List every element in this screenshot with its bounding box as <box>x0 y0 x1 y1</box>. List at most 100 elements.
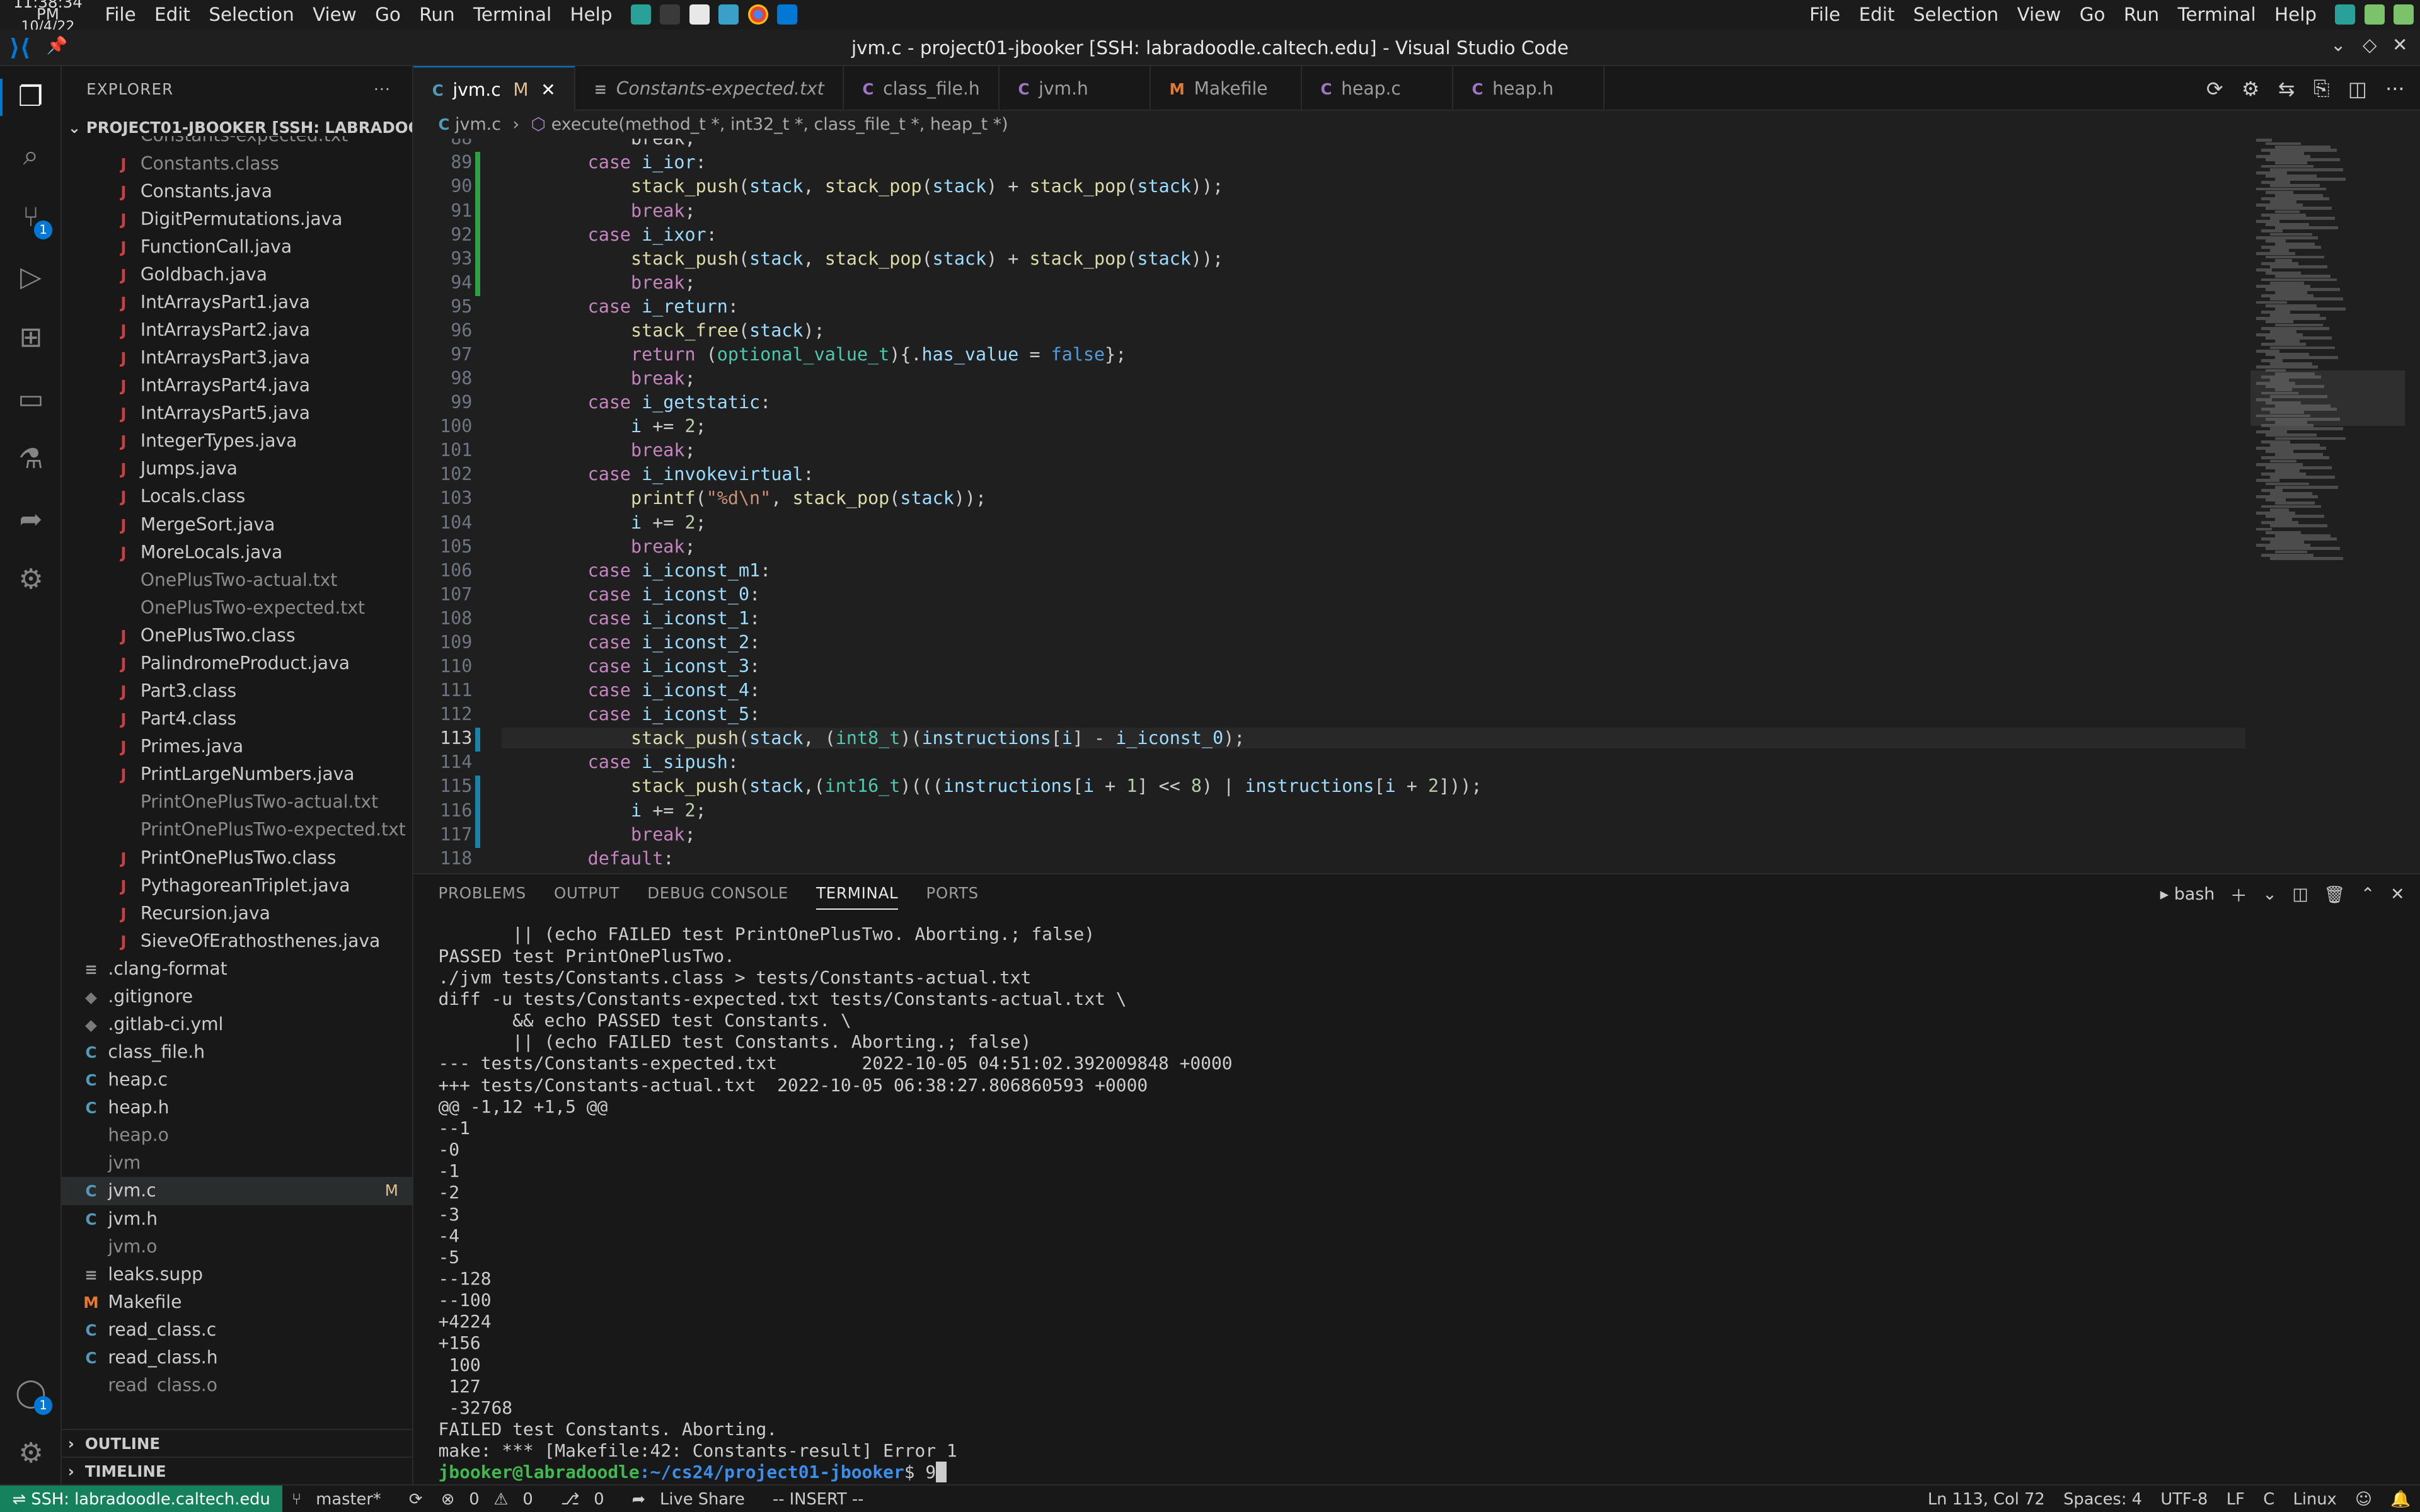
close-panel-icon[interactable]: ✕ <box>2390 885 2405 904</box>
language-mode[interactable]: C <box>2254 1486 2284 1512</box>
panel-tab-problems[interactable]: PROBLEMS <box>439 884 526 910</box>
file-item[interactable]: J DigitPermutations.java <box>62 205 413 233</box>
file-item[interactable]: J PythagoreanTriplet.java <box>62 872 413 900</box>
notifications-icon[interactable]: 🔔 <box>2382 1486 2420 1512</box>
panel-tab-debug-console[interactable]: DEBUG CONSOLE <box>647 884 788 910</box>
explorer-icon[interactable]: ❐ <box>0 78 59 116</box>
os-clock[interactable]: 11:38:34 PM 10/4/22 <box>0 0 96 34</box>
tab-heap-c[interactable]: Cheap.c <box>1302 66 1454 112</box>
menu-item-run[interactable]: Run <box>410 0 464 30</box>
breadcrumb-file[interactable]: jvm.c <box>455 115 501 134</box>
file-item[interactable]: J PrintLargeNumbers.java <box>62 760 413 788</box>
maximize-panel-icon[interactable]: ⌃ <box>2361 885 2375 904</box>
os-indicator[interactable]: Linux <box>2284 1486 2346 1512</box>
file-item[interactable]: J MergeSort.java <box>62 511 413 539</box>
file-item[interactable]: read_class.o <box>62 1372 413 1393</box>
extensions-icon[interactable]: ⊞ <box>13 319 50 357</box>
file-item[interactable]: Cheap.c <box>62 1066 413 1094</box>
menu-item-go[interactable]: Go <box>2070 0 2114 30</box>
breadcrumb-symbol[interactable]: execute(method_t *, int32_t *, class_fil… <box>551 115 1008 134</box>
sync-icon[interactable]: ⟳ <box>400 1486 432 1512</box>
file-item[interactable]: Cjvm.c M <box>61 1177 414 1205</box>
more-actions-icon[interactable]: ··· <box>374 66 391 112</box>
file-item[interactable]: Cread_class.c <box>62 1316 413 1344</box>
file-item[interactable]: J Locals.class <box>62 483 413 510</box>
encoding[interactable]: UTF-8 <box>2152 1486 2217 1512</box>
file-item[interactable]: OnePlusTwo-actual.txt <box>62 566 413 594</box>
menu-item-view[interactable]: View <box>303 0 366 30</box>
file-item[interactable]: jvm <box>62 1149 413 1177</box>
menu-item-selection[interactable]: Selection <box>1904 0 2008 30</box>
live-share-button[interactable]: ➦ Live Share <box>623 1486 763 1512</box>
file-item[interactable]: ◆ .gitlab-ci.yml <box>62 1011 413 1038</box>
remote-explorer-icon[interactable]: ▭ <box>13 381 50 418</box>
close-icon[interactable]: ✕ <box>2392 34 2408 55</box>
app-icon[interactable] <box>2364 4 2385 25</box>
indentation[interactable]: Spaces: 4 <box>2054 1486 2151 1512</box>
docker-icon[interactable]: ⚙ <box>13 561 50 598</box>
settings-icon[interactable]: ⚙ <box>2242 77 2260 101</box>
vscode-app-icon[interactable] <box>777 4 798 25</box>
file-item[interactable]: J SieveOfErathosthenes.java <box>62 927 413 955</box>
menu-item-help[interactable]: Help <box>2265 0 2325 30</box>
file-item[interactable]: J Part3.class <box>62 677 413 705</box>
file-item[interactable]: Cjvm.h <box>62 1205 413 1233</box>
terminal-app-icon[interactable] <box>660 4 681 25</box>
menu-item-file[interactable]: File <box>96 0 146 30</box>
menu-item-terminal[interactable]: Terminal <box>464 0 561 30</box>
code-editor[interactable]: 88 break;89 case i_ior:90 stack_push(sta… <box>413 139 2420 874</box>
problems-indicator[interactable]: ⊗ 0 ⚠ 0 <box>432 1486 551 1512</box>
split-editor-icon[interactable]: ◫ <box>2348 77 2367 101</box>
file-item[interactable]: J PalindromeProduct.java <box>62 650 413 677</box>
menu-item-edit[interactable]: Edit <box>1850 0 1904 30</box>
maximize-icon[interactable]: ◇ <box>2363 34 2377 55</box>
split-terminal-icon[interactable]: ◫ <box>2292 885 2308 904</box>
file-item[interactable]: J IntArraysPart1.java <box>62 289 413 316</box>
files-app-icon[interactable] <box>689 4 710 25</box>
tab-jvm-h[interactable]: Cjvm.h <box>1000 66 1151 112</box>
file-item[interactable]: J IntArraysPart4.java <box>62 372 413 399</box>
file-item[interactable]: J Constants.class <box>62 150 413 178</box>
settings-gear-icon[interactable]: ⚙ <box>13 1435 50 1472</box>
file-item[interactable]: J Recursion.java <box>62 900 413 927</box>
menu-item-edit[interactable]: Edit <box>145 0 199 30</box>
tab-class-file-h[interactable]: Cclass_file.h <box>844 66 1000 112</box>
compare-icon[interactable]: ⇆ <box>2278 77 2295 101</box>
new-terminal-icon[interactable]: ＋ <box>2230 882 2247 907</box>
app-icon[interactable] <box>2335 4 2356 25</box>
minimap[interactable] <box>2250 139 2405 874</box>
chrome-app-icon[interactable] <box>747 4 768 25</box>
testing-icon[interactable]: ⚗ <box>13 441 50 478</box>
run-debug-icon[interactable]: ▷ <box>13 259 50 296</box>
file-item[interactable]: J IntArraysPart5.java <box>62 399 413 427</box>
file-item[interactable]: J PrintOnePlusTwo.class <box>62 844 413 872</box>
branch-indicator[interactable]: ⑂ master* <box>282 1486 400 1512</box>
menu-item-file[interactable]: File <box>1800 0 1850 30</box>
menu-item-go[interactable]: Go <box>366 0 410 30</box>
tab-constants-expected-txt[interactable]: ≡ Constants-expected.txt <box>575 66 844 112</box>
file-item[interactable]: PrintOnePlusTwo-actual.txt <box>62 788 413 816</box>
file-item[interactable]: J Goldbach.java <box>62 261 413 289</box>
file-item[interactable]: J Jumps.java <box>62 455 413 483</box>
outline-section[interactable]: › OUTLINE <box>61 1428 414 1457</box>
file-item[interactable]: J IntegerTypes.java <box>62 427 413 455</box>
file-item[interactable]: Cclass_file.h <box>62 1038 413 1066</box>
menu-item-view[interactable]: View <box>2008 0 2070 30</box>
feedback-icon[interactable]: ☺ <box>2346 1486 2381 1512</box>
open-changes-icon[interactable]: ⎘ <box>2313 76 2329 101</box>
app-icon[interactable] <box>630 4 651 25</box>
app-icon[interactable] <box>718 4 739 25</box>
file-item[interactable]: OnePlusTwo-expected.txt <box>62 594 413 622</box>
tab-jvm-c[interactable]: Cjvm.c M ✕ <box>413 66 576 112</box>
file-item[interactable]: J MoreLocals.java <box>62 539 413 566</box>
chevron-down-icon[interactable]: ⌄ <box>2262 885 2277 904</box>
search-icon[interactable]: ⌕ <box>13 137 50 175</box>
minimap-viewport[interactable] <box>2250 370 2405 426</box>
more-actions-icon[interactable]: ··· <box>2385 77 2404 101</box>
tab-makefile[interactable]: M Makefile <box>1151 66 1303 112</box>
file-item[interactable]: J IntArraysPart3.java <box>62 344 413 372</box>
file-item[interactable]: Cheap.h <box>62 1094 413 1121</box>
file-item[interactable]: Constants-expected.txt <box>62 136 413 150</box>
line-ending[interactable]: LF <box>2217 1486 2254 1512</box>
file-item[interactable]: J OnePlusTwo.class <box>62 622 413 650</box>
